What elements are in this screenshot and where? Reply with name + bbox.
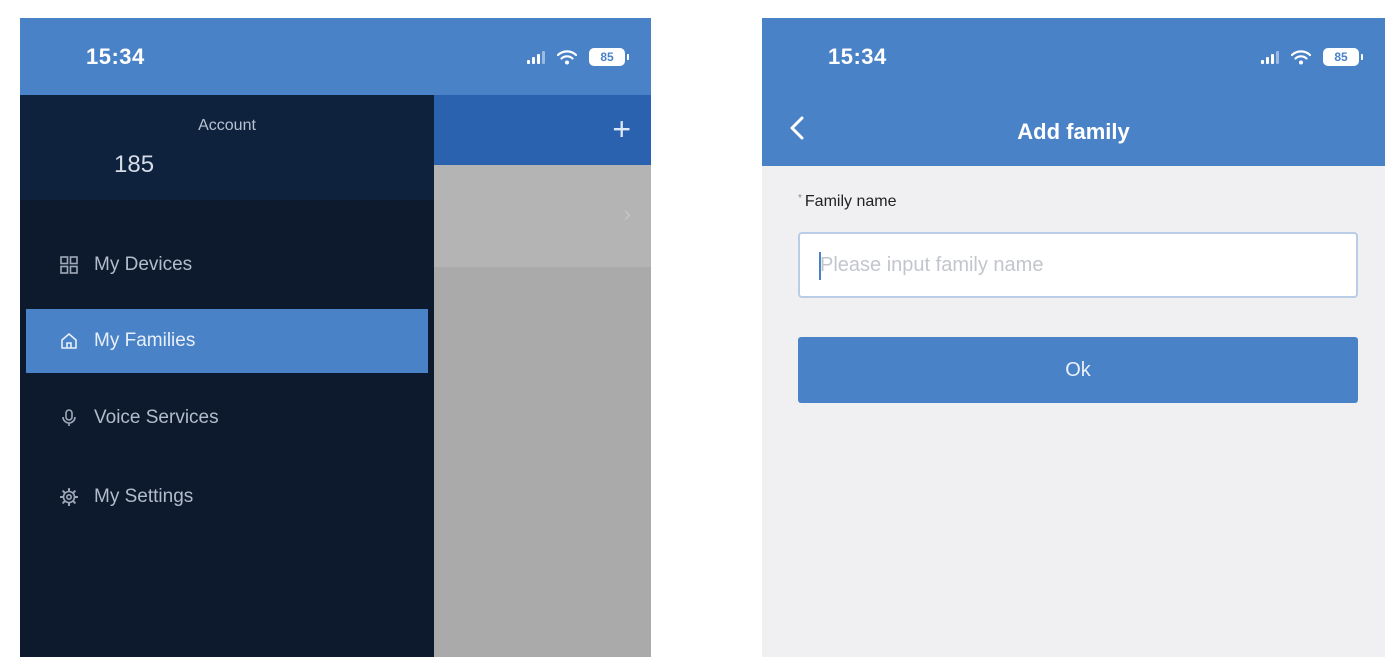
family-name-label-text: Family name bbox=[804, 193, 897, 210]
menu-item-voice-services[interactable]: Voice Services bbox=[20, 386, 434, 450]
account-section: Account 185 bbox=[20, 95, 434, 200]
menu-item-my-devices[interactable]: My Devices bbox=[20, 233, 434, 297]
wifi-icon bbox=[1291, 50, 1311, 65]
menu-item-my-families[interactable]: My Families bbox=[26, 309, 428, 373]
phone-screen-add-family: 15:34 85 Add family *Family name Ok bbox=[762, 18, 1385, 657]
menu-item-label: My Families bbox=[94, 330, 196, 351]
text-cursor bbox=[819, 252, 821, 280]
devices-grid-icon bbox=[60, 256, 78, 274]
settings-gear-icon bbox=[60, 488, 78, 506]
phone-screen-drawer: 15:34 85 + › Account 185 My Devices My F… bbox=[20, 18, 651, 657]
family-name-label: * Family name bbox=[798, 193, 896, 211]
nav-bar: Add family bbox=[762, 95, 1385, 166]
battery-indicator: 85 bbox=[589, 48, 629, 66]
menu-item-label: Voice Services bbox=[94, 407, 219, 428]
ok-button[interactable]: Ok bbox=[798, 337, 1358, 403]
cellular-signal-icon bbox=[1261, 50, 1279, 64]
page-title: Add family bbox=[1017, 119, 1130, 144]
battery-indicator: 85 bbox=[1323, 48, 1363, 66]
status-time: 15:34 bbox=[86, 44, 145, 69]
menu-item-label: My Settings bbox=[94, 486, 194, 507]
status-time: 15:34 bbox=[828, 44, 887, 69]
account-title: Account bbox=[198, 117, 256, 134]
menu-item-label: My Devices bbox=[94, 254, 193, 275]
plus-icon[interactable]: + bbox=[612, 113, 631, 145]
home-icon bbox=[61, 333, 77, 349]
status-icons: 85 bbox=[1261, 48, 1363, 66]
families-header: + bbox=[434, 95, 651, 165]
account-value: 185 bbox=[114, 151, 155, 178]
chevron-right-icon: › bbox=[623, 201, 631, 226]
status-bar: 15:34 85 bbox=[762, 18, 1385, 95]
status-icons: 85 bbox=[527, 48, 629, 66]
family-list-row[interactable]: › bbox=[434, 165, 651, 267]
cellular-signal-icon bbox=[527, 50, 545, 64]
side-drawer: Account 185 My Devices My Families Voice… bbox=[20, 95, 434, 657]
required-mark: * bbox=[798, 193, 802, 204]
status-bar: 15:34 85 bbox=[20, 18, 651, 95]
microphone-icon bbox=[62, 409, 76, 426]
menu-item-my-settings[interactable]: My Settings bbox=[20, 465, 434, 529]
family-name-input[interactable] bbox=[798, 232, 1358, 298]
wifi-icon bbox=[557, 50, 577, 65]
